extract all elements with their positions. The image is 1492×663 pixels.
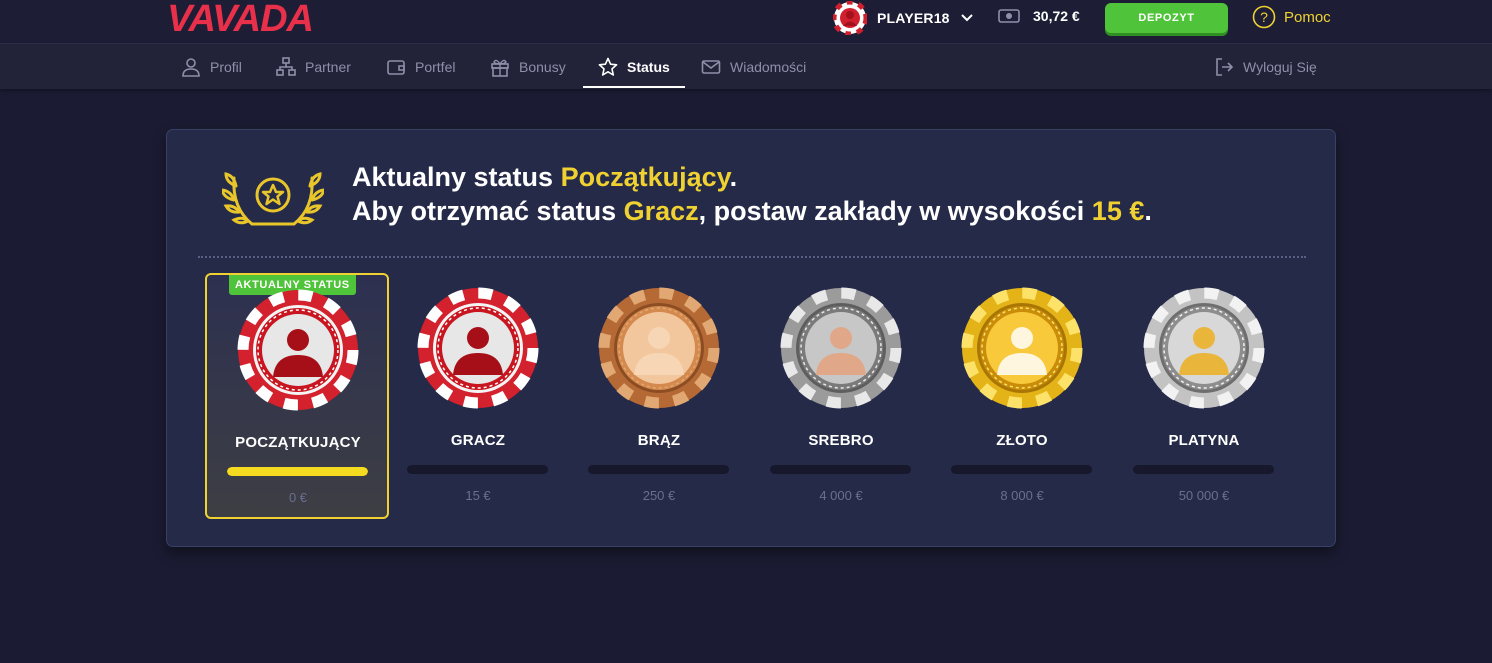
- network-icon: [276, 56, 296, 76]
- progress-bar: [770, 465, 911, 474]
- level-threshold: 8 000 €: [1000, 488, 1044, 503]
- top-header: VAVADA PLAYER18 30,72 € DEPOZYT ? Pomoc: [0, 0, 1492, 44]
- tab-label: Profil: [210, 58, 242, 75]
- level-name: POCZĄTKUJĄCY: [235, 434, 361, 451]
- tab-label: Wiadomości: [730, 58, 807, 75]
- user-icon: [182, 57, 200, 77]
- username: PLAYER18: [877, 10, 950, 26]
- next-status-line: Aby otrzymać status Gracz, postaw zakład…: [352, 194, 1152, 228]
- vavada-logo[interactable]: VAVADA: [167, 2, 367, 34]
- level-card-poczatkujacy: AKTUALNY STATUS POCZĄTKUJĄCY 0 €: [205, 273, 389, 519]
- question-icon: ?: [1252, 5, 1276, 29]
- mail-icon: [701, 59, 721, 74]
- tab-label: Portfel: [415, 58, 456, 75]
- divider: [198, 256, 1306, 258]
- current-status-line: Aktualny status Początkujący.: [352, 160, 1152, 194]
- active-tab-underline: [583, 86, 685, 88]
- line2-prefix: Aby otrzymać status: [352, 196, 624, 226]
- level-threshold: 15 €: [465, 488, 491, 503]
- next-status-name: Gracz: [623, 196, 699, 226]
- level-card-braz: BRĄZ 250 €: [568, 273, 748, 515]
- amount-needed: 15 €: [1091, 196, 1145, 226]
- line2-suffix: .: [1144, 196, 1152, 226]
- tab-status[interactable]: Status: [598, 44, 670, 89]
- tab-partner[interactable]: Partner: [276, 44, 351, 89]
- line2-middle: , postaw zakłady w wysokości: [698, 196, 1092, 226]
- star-icon: [598, 57, 618, 76]
- platinum-chip-icon: [1143, 287, 1265, 409]
- level-threshold: 0 €: [288, 490, 308, 505]
- progress-bar: [951, 465, 1092, 474]
- line1-prefix: Aktualny status: [352, 162, 561, 192]
- status-card: Aktualny status Początkujący. Aby otrzym…: [166, 129, 1336, 547]
- account-nav: Profil Partner Portfel Bonusy Status Wia…: [0, 44, 1492, 89]
- chevron-down-icon[interactable]: [960, 11, 974, 25]
- logout-link[interactable]: Wyloguj Się: [1214, 44, 1317, 89]
- user-menu[interactable]: PLAYER18: [833, 1, 974, 35]
- help-label: Pomoc: [1284, 8, 1331, 26]
- level-name: ZŁOTO: [996, 432, 1048, 449]
- progress-bar: [227, 467, 368, 476]
- wallet-icon: [387, 59, 405, 75]
- level-name: SREBRO: [808, 432, 874, 449]
- tab-portfel[interactable]: Portfel: [386, 44, 455, 89]
- cash-icon: [998, 9, 1020, 23]
- status-headline: Aktualny status Początkujący. Aby otrzym…: [352, 160, 1152, 228]
- level-name: BRĄZ: [637, 432, 681, 449]
- level-name: PLATYNA: [1168, 432, 1240, 449]
- level-card-gracz: GRACZ 15 €: [387, 273, 567, 515]
- balance: 30,72 €: [998, 8, 1080, 24]
- tab-wiadomosci[interactable]: Wiadomości: [701, 44, 806, 89]
- current-status-name: Początkujący: [560, 162, 730, 192]
- help-link[interactable]: ? Pomoc: [1252, 5, 1331, 29]
- line1-suffix: .: [729, 162, 738, 192]
- tab-bonusy[interactable]: Bonusy: [490, 44, 566, 89]
- silver-chip-icon: [780, 287, 902, 409]
- progress-bar: [1133, 465, 1274, 474]
- red-chip-icon: [417, 287, 539, 409]
- level-name: GRACZ: [450, 432, 506, 449]
- balance-amount: 30,72 €: [1033, 8, 1080, 24]
- progress-fill: [227, 467, 368, 476]
- level-threshold: 250 €: [642, 488, 676, 503]
- svg-text:?: ?: [1260, 9, 1268, 25]
- gift-icon: [491, 59, 509, 77]
- bronze-chip-icon: [598, 287, 720, 409]
- logout-label: Wyloguj Się: [1243, 58, 1317, 75]
- level-card-zloto: ZŁOTO 8 000 €: [931, 273, 1111, 515]
- red-chip-icon: [237, 289, 359, 411]
- level-threshold: 50 000 €: [1178, 488, 1230, 503]
- tab-label: Bonusy: [519, 58, 566, 75]
- logout-icon: [1216, 57, 1234, 76]
- logo-text: VAVADA: [167, 2, 313, 34]
- tab-label: Status: [627, 58, 670, 75]
- progress-bar: [588, 465, 729, 474]
- avatar: [833, 1, 867, 35]
- tab-label: Partner: [305, 58, 351, 75]
- progress-bar: [407, 465, 548, 474]
- level-card-platyna: PLATYNA 50 000 €: [1113, 273, 1293, 515]
- deposit-button[interactable]: DEPOZYT: [1105, 3, 1228, 33]
- gold-chip-icon: [961, 287, 1083, 409]
- laurel-star-icon: [222, 172, 324, 226]
- tab-profil[interactable]: Profil: [181, 44, 242, 89]
- level-card-srebro: SREBRO 4 000 €: [750, 273, 930, 515]
- level-threshold: 4 000 €: [819, 488, 863, 503]
